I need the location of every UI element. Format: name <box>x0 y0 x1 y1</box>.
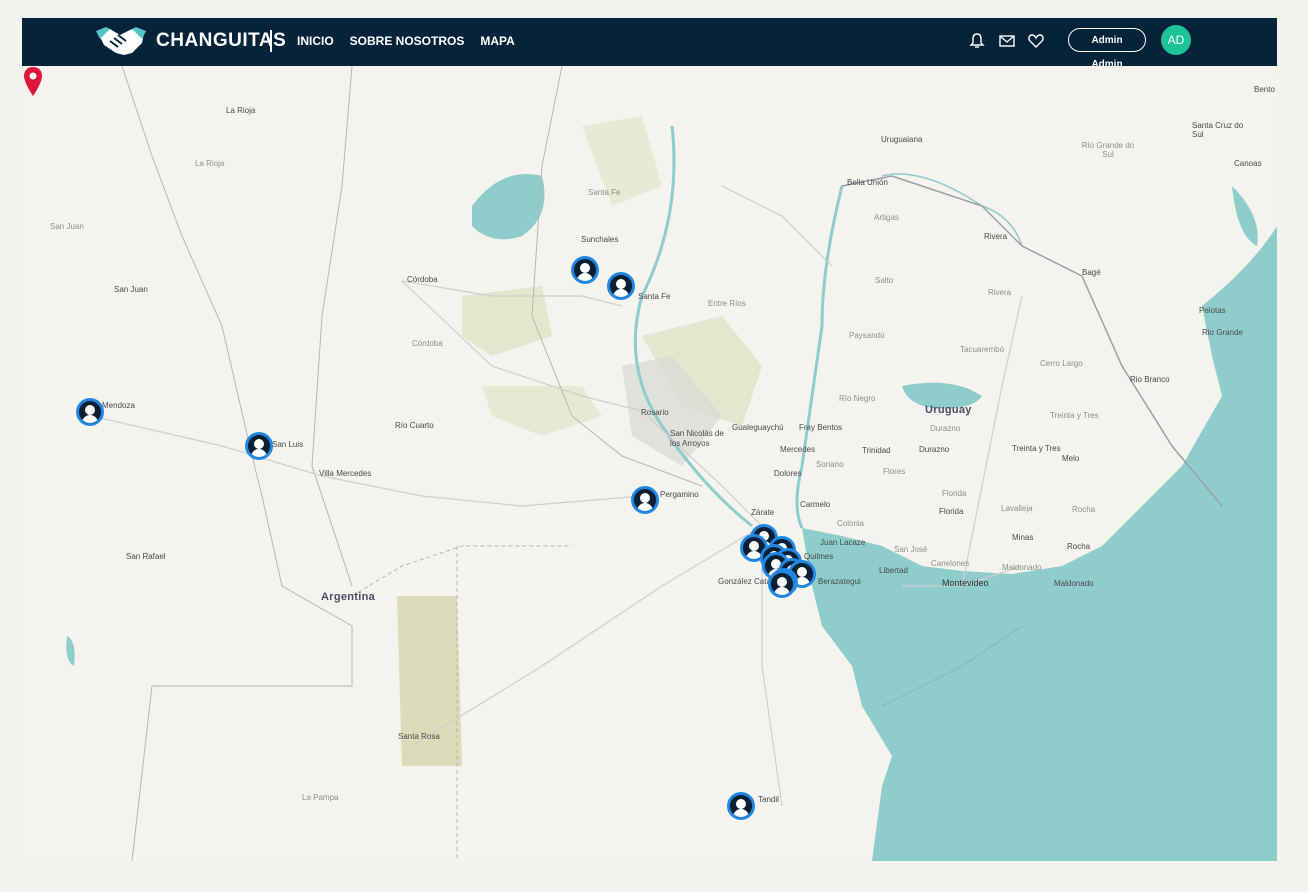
region-label: Santa Fe <box>588 188 621 197</box>
city-label: San Luis <box>272 440 304 449</box>
city-label: Minas <box>1012 533 1034 542</box>
region-label: Rivera <box>988 288 1012 297</box>
region-label: Río Grande do Sul <box>1081 141 1135 159</box>
region-label: Colonia <box>837 519 865 528</box>
city-label: Santa Cruz do Sul <box>1192 121 1244 139</box>
city-label: Florida <box>939 507 964 516</box>
city-label: Gualeguaychú <box>732 423 784 432</box>
region-label: Córdoba <box>412 339 443 348</box>
nav-inicio[interactable]: INICIO <box>297 34 334 48</box>
city-label: Trinidad <box>862 446 891 455</box>
city-label: Mendoza <box>102 401 135 410</box>
region-label: Canelones <box>931 559 970 568</box>
region-label: Artigas <box>874 213 899 222</box>
city-label: Rosario <box>641 408 669 417</box>
city-label: Pergamino <box>660 490 699 499</box>
city-label: Maldonado <box>1054 579 1094 588</box>
city-label: San Nicolás de los Arroyos <box>670 429 724 448</box>
city-label: Bagé <box>1082 268 1101 277</box>
city-label: Rocha <box>1067 542 1091 551</box>
city-label: Canoas <box>1234 159 1262 168</box>
user-menu-button[interactable]: Admin Admin <box>1068 28 1146 70</box>
region-label: San Juan <box>50 222 84 231</box>
city-label: Juan Lacaze <box>820 538 866 547</box>
region-label: Río Negro <box>839 394 876 403</box>
map[interactable]: La Rioja San Juan Córdoba Santa Fe Entre… <box>22 66 1277 861</box>
region-label: Soriano <box>816 460 844 469</box>
worker-marker[interactable] <box>631 486 659 514</box>
region-label: Florida <box>942 489 967 498</box>
city-label: Rivera <box>984 232 1008 241</box>
region-label: La Rioja <box>195 159 225 168</box>
city-label: Libertad <box>879 566 908 575</box>
city-label: Melo <box>1062 454 1080 463</box>
bell-icon[interactable] <box>968 32 986 50</box>
region-label: Tacuarembó <box>960 345 1005 354</box>
map-base <box>66 66 1277 861</box>
mail-icon[interactable] <box>998 32 1016 50</box>
region-label: San José <box>894 545 928 554</box>
country-label-argentina: Argentina <box>321 591 376 603</box>
region-label: Paysandú <box>849 331 885 340</box>
city-label: Carmelo <box>800 500 831 509</box>
city-label: Bento <box>1254 85 1275 94</box>
nav-links: INICIO SOBRE NOSOTROS MAPA <box>297 34 531 48</box>
nav-sobre-nosotros[interactable]: SOBRE NOSOTROS <box>350 34 465 48</box>
location-pin-icon[interactable] <box>22 66 44 98</box>
city-label: González Catán <box>718 577 776 586</box>
city-label: Dolores <box>774 469 802 478</box>
city-label: Pelotas <box>1199 306 1226 315</box>
city-label: Santa Fe <box>638 292 671 301</box>
city-label: Berazategui <box>818 577 861 586</box>
navbar: CHANGUITAS INICIO SOBRE NOSOTROS MAPA Ad… <box>22 18 1277 70</box>
city-label: Uruguaiana <box>881 135 923 144</box>
city-label: Bella Unión <box>847 178 888 187</box>
region-label: Entre Ríos <box>708 299 746 308</box>
region-label: Flores <box>883 467 906 476</box>
nav-mapa[interactable]: MAPA <box>480 34 514 48</box>
city-label: Villa Mercedes <box>319 469 372 478</box>
heart-icon[interactable] <box>1027 32 1045 50</box>
country-label-uruguay: Uruguay <box>925 404 972 416</box>
city-label: Zárate <box>751 508 775 517</box>
city-label: Mercedes <box>780 445 816 454</box>
city-label: Rio Branco <box>1130 375 1170 384</box>
city-label: La Rioja <box>226 106 256 115</box>
city-label: Tandil <box>758 795 779 804</box>
worker-marker[interactable] <box>76 398 104 426</box>
city-label: Fray Bentos <box>799 423 843 432</box>
worker-marker[interactable] <box>607 272 635 300</box>
city-label: San Rafael <box>126 552 166 561</box>
logo[interactable] <box>96 23 146 59</box>
region-label: Lavalleja <box>1001 504 1033 513</box>
city-label: Rio Grande <box>1202 328 1243 337</box>
region-label: La Pampa <box>302 793 339 802</box>
city-label: Santa Rosa <box>398 732 440 741</box>
city-label: Río Cuarto <box>395 421 434 430</box>
worker-marker[interactable] <box>571 256 599 284</box>
city-label: Montevideo <box>942 578 989 588</box>
avatar[interactable]: AD <box>1161 25 1191 55</box>
region-label: Maldonado <box>1002 563 1042 572</box>
city-label: San Juan <box>114 285 148 294</box>
city-label: Quilmes <box>804 552 834 561</box>
region-label: Treinta y Tres <box>1050 411 1099 420</box>
worker-marker[interactable] <box>727 792 755 820</box>
city-label: Sunchales <box>581 235 619 244</box>
city-label: Córdoba <box>407 275 438 284</box>
region-label: Salto <box>875 276 894 285</box>
brand-name[interactable]: CHANGUITAS <box>156 30 286 52</box>
city-label: Treinta y Tres <box>1012 444 1061 453</box>
city-label: Durazno <box>919 445 950 454</box>
worker-marker[interactable] <box>245 432 273 460</box>
brand-divider <box>270 30 272 52</box>
region-label: Rocha <box>1072 505 1096 514</box>
worker-marker[interactable] <box>768 570 796 598</box>
handshake-icon <box>96 27 146 55</box>
region-label: Cerro Largo <box>1040 359 1083 368</box>
region-label: Durazno <box>930 424 961 433</box>
